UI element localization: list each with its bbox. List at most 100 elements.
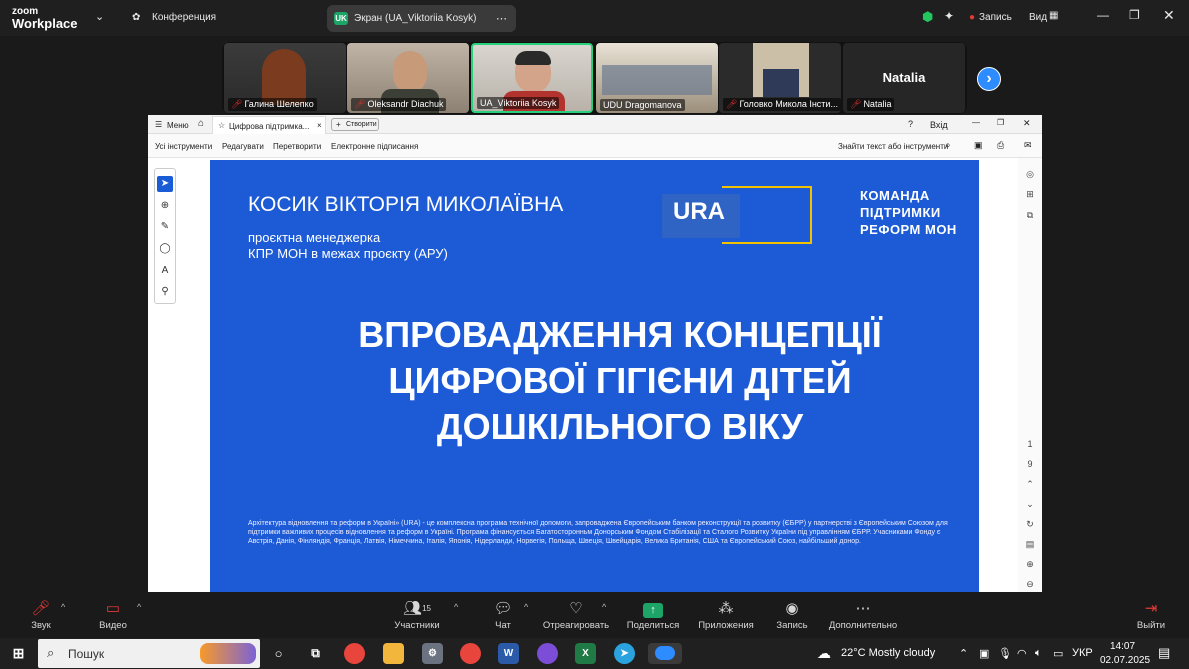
hamburger-icon[interactable]: ☰ <box>155 120 162 129</box>
zoom-out-icon[interactable]: ⊖ <box>1022 576 1038 592</box>
mail-icon[interactable]: ✉ <box>1024 140 1032 151</box>
windows-start-icon[interactable]: ⊞ <box>8 643 29 664</box>
more-button[interactable]: ⋯ Дополнительно <box>826 596 900 637</box>
signin-button[interactable]: Вхід <box>930 120 948 130</box>
tool-esign[interactable]: Електронне підписання <box>331 142 418 151</box>
battery-icon[interactable]: ▭ <box>1053 647 1063 660</box>
record-button[interactable]: ◉ Запись <box>774 596 810 637</box>
save-icon[interactable]: ▣ <box>974 140 983 151</box>
print-icon[interactable]: ⎙ <box>997 140 1004 151</box>
chevron-down-icon[interactable]: ⌄ <box>1022 496 1038 512</box>
close-tab-icon[interactable]: × <box>317 121 322 130</box>
react-button[interactable]: ♡ Отреагировать <box>541 596 611 637</box>
zoom-in-icon[interactable]: ⊕ <box>1022 556 1038 572</box>
tray-expand-icon[interactable]: ⌃ <box>959 647 968 660</box>
help-icon[interactable]: ? <box>908 119 913 129</box>
participant-video <box>262 49 306 105</box>
next-page-button[interactable]: › <box>977 67 1001 91</box>
leave-button[interactable]: ⇥ Выйти <box>1134 596 1168 637</box>
zoom-taskbar-icon[interactable] <box>648 643 682 664</box>
restore-icon[interactable]: ❐ <box>997 118 1004 127</box>
settings-app-icon[interactable]: ⚙ <box>422 643 443 664</box>
close-icon[interactable]: ✕ <box>1163 7 1175 24</box>
page-current[interactable]: 1 <box>1022 436 1038 452</box>
screen-share-tab[interactable]: UK Экран (UA_Viktoriia Kosyk) ⋯ <box>327 5 516 32</box>
participant-tile[interactable]: Natalia 🎤︎ Natalia <box>843 43 965 113</box>
menu-button[interactable]: Меню <box>167 121 189 130</box>
zoom-tool-icon[interactable]: ⊕ <box>157 198 173 214</box>
weather-text[interactable]: 22°C Mostly cloudy <box>841 647 935 659</box>
participant-video <box>393 51 427 93</box>
participant-tile[interactable]: 🎤︎ Oleksandr Diachuk <box>347 43 469 113</box>
participant-tile[interactable]: 🎤︎ Галина Шелепко <box>224 43 346 113</box>
excel-icon[interactable]: X <box>575 643 596 664</box>
mic-icon[interactable]: 🎙︎ <box>998 647 1012 660</box>
grid-icon[interactable]: ▦ <box>1049 10 1058 21</box>
taskbar-search[interactable]: ⌕ Пошук <box>38 639 260 668</box>
react-caret-icon[interactable]: ^ <box>602 602 606 612</box>
chat-button[interactable]: 💬︎ Чат <box>488 596 518 637</box>
audio-caret-icon[interactable]: ^ <box>61 602 65 612</box>
participant-name-tile: 🎤︎ Natalia <box>847 98 895 111</box>
participant-tile-active-speaker[interactable]: UA_Viktoriia Kosyk <box>471 43 593 113</box>
file-icon[interactable]: ▤ <box>1022 536 1038 552</box>
close-icon[interactable]: ✕ <box>1023 118 1031 129</box>
pen-icon[interactable]: ✎ <box>157 219 173 235</box>
shield-icon[interactable]: ⬢ <box>922 9 933 25</box>
bookmark-icon[interactable]: ⊞ <box>1022 186 1038 202</box>
folder-icon[interactable] <box>383 643 404 664</box>
chevron-down-icon[interactable]: ⌄ <box>95 10 104 23</box>
tool-edit[interactable]: Редагувати <box>222 142 264 151</box>
chrome-icon[interactable] <box>344 643 365 664</box>
viber-icon[interactable] <box>537 643 558 664</box>
minimize-icon[interactable]: — <box>1097 8 1109 22</box>
rotate-icon[interactable]: ↻ <box>1022 516 1038 532</box>
clock-date[interactable]: 02.07.2025 <box>1100 655 1150 666</box>
recording-indicator[interactable]: Запись <box>979 12 1012 23</box>
conference-tab[interactable]: Конференция <box>152 12 216 23</box>
notifications-icon[interactable]: ▤ <box>1158 645 1170 661</box>
pages-icon[interactable]: ⧉ <box>1022 207 1038 223</box>
wifi-icon[interactable]: ◠ <box>1017 647 1027 660</box>
chevron-up-icon[interactable]: ⌃ <box>1022 476 1038 492</box>
cortana-icon[interactable]: ○ <box>268 643 289 664</box>
stamp-icon[interactable]: ⚲ <box>157 284 173 300</box>
select-cursor-icon[interactable]: ➤ <box>157 176 173 192</box>
share-button[interactable]: ↑ Поделиться <box>625 596 681 637</box>
telegram-icon[interactable]: ➤ <box>614 643 635 664</box>
find-tools-input[interactable]: Знайти текст або інструменти <box>838 142 948 151</box>
lasso-icon[interactable]: ◯ <box>157 241 173 257</box>
participant-name-tile: 🎤︎ Головко Микола Інсти... <box>723 98 841 111</box>
audio-button[interactable]: 🎤︎ Звук <box>22 596 60 637</box>
minimize-icon[interactable]: — <box>972 118 980 127</box>
participant-tile[interactable]: UDU Dragomanova <box>596 43 718 113</box>
restore-icon[interactable]: ❐ <box>1129 8 1140 22</box>
video-caret-icon[interactable]: ^ <box>137 602 141 612</box>
star-icon[interactable]: ☆ <box>218 121 225 130</box>
tool-all[interactable]: Усі інструменти <box>155 142 212 151</box>
apps-button[interactable]: ⁂ Приложения <box>696 596 756 637</box>
more-icon[interactable]: ⋯ <box>496 12 507 25</box>
camera-icon[interactable]: ▣ <box>979 647 989 660</box>
video-button[interactable]: ▭ Видео <box>92 596 134 637</box>
text-box-icon[interactable]: A <box>157 263 173 279</box>
create-button[interactable]: + Створити <box>331 118 379 131</box>
chrome-alt-icon[interactable] <box>460 643 481 664</box>
participant-tile[interactable]: 🎤︎ Головко Микола Інсти... <box>719 43 841 113</box>
participants-caret-icon[interactable]: ^ <box>454 602 458 612</box>
document-tab[interactable]: ☆ Цифрова підтримка... × <box>212 116 326 134</box>
view-button[interactable]: Вид <box>1029 12 1047 23</box>
participants-button[interactable]: 👥︎15 Участники <box>388 596 446 637</box>
language-indicator[interactable]: УКР <box>1072 647 1093 659</box>
volume-icon[interactable]: 🔈︎ <box>1035 647 1042 660</box>
tool-convert[interactable]: Перетворити <box>273 142 321 151</box>
home-icon[interactable]: ⌂ <box>198 118 204 129</box>
comment-icon[interactable]: ◎ <box>1022 166 1038 182</box>
search-icon[interactable]: ⌕ <box>945 140 951 151</box>
sparkle-icon[interactable]: ✦ <box>944 9 954 23</box>
apps-icon: ⁂ <box>718 600 734 617</box>
word-icon[interactable]: W <box>498 643 519 664</box>
chat-caret-icon[interactable]: ^ <box>524 602 528 612</box>
task-view-icon[interactable]: ⧉ <box>305 643 326 664</box>
clock-time[interactable]: 14:07 <box>1110 641 1135 652</box>
